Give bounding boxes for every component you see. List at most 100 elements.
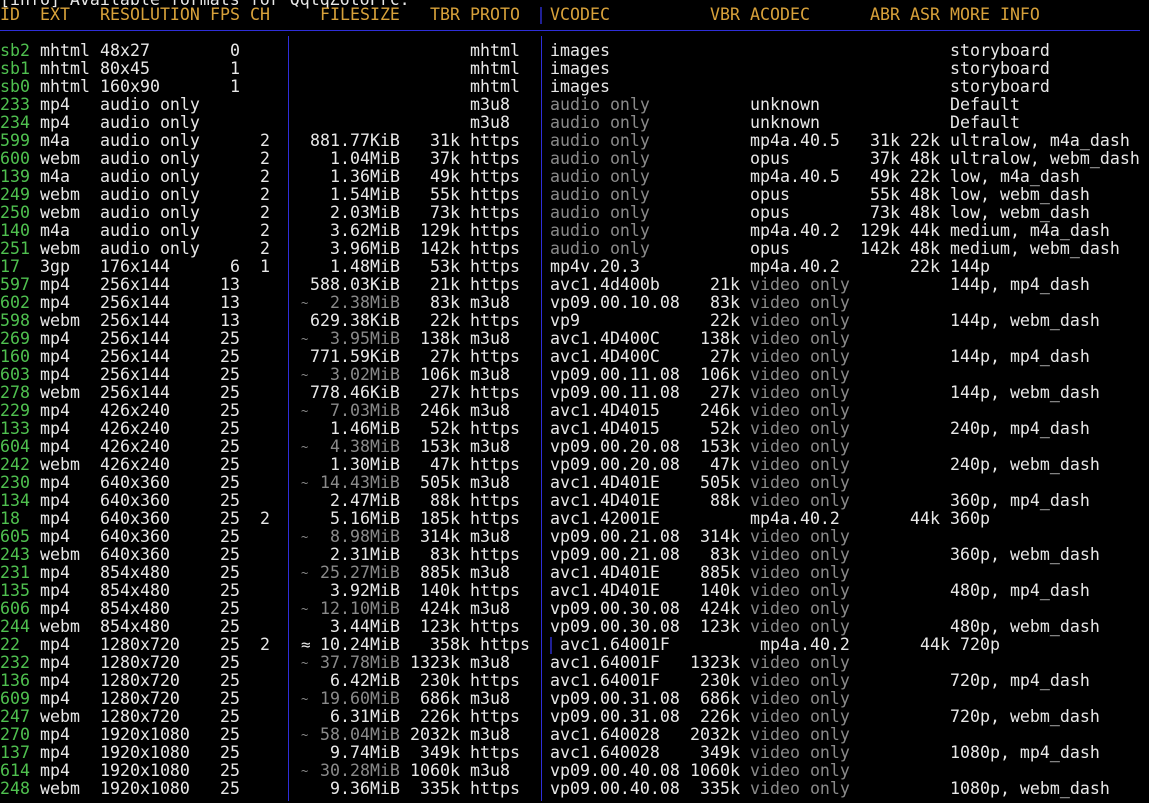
terminal-window[interactable]: [info] Available formats for QqtqZ6toFrc… [0, 0, 1149, 803]
cell-vcodec: audio only [550, 221, 650, 240]
cell-ext: mp4 [40, 599, 70, 618]
cell-filesize: 3.96MiB [330, 239, 400, 258]
cell-resolution: 256x144 [100, 275, 170, 294]
cell-ext: mp4 [40, 401, 70, 420]
cell-filesize: 37.78MiB [320, 653, 400, 672]
cell-filesize: 6.42MiB [330, 671, 400, 690]
cell-vbr: 27k [710, 383, 740, 402]
cell-format-id: 136 [0, 671, 30, 690]
cell-approx-marker: ~ [301, 656, 309, 670]
cell-vbr: 153k [700, 437, 740, 456]
cell-acodec: video only [750, 599, 850, 618]
cell-tbr: 52k [430, 419, 460, 438]
cell-ext: webm [40, 185, 80, 204]
cell-filesize: 629.38KiB [310, 311, 400, 330]
cell-ext: m4a [40, 131, 70, 150]
cell-filesize: 19.60MiB [320, 689, 400, 708]
cell-tbr: 1060k [410, 761, 460, 780]
cell-protocol: m3u8 [470, 725, 510, 744]
cell-more-info: 720p, webm_dash [950, 707, 1100, 726]
cell-more-info: 480p, mp4_dash [950, 581, 1090, 600]
cell-vcodec: vp09.00.31.08 [550, 707, 680, 726]
cell-acodec: video only [750, 653, 850, 672]
cell-filesize: 58.04MiB [320, 725, 400, 744]
cell-vcodec: avc1.64001F [550, 653, 660, 672]
cell-ext: mp4 [40, 581, 70, 600]
cell-approx-marker: ~ [301, 530, 309, 544]
cell-vcodec: vp09.00.20.08 [550, 455, 680, 474]
cell-approx-marker: ≈ [301, 635, 311, 654]
cell-resolution: 1920x1080 [100, 761, 190, 780]
cell-vbr: 106k [700, 365, 740, 384]
cell-ext: mp4 [40, 689, 70, 708]
cell-ext: mp4 [40, 761, 70, 780]
cell-vcodec: audio only [550, 167, 650, 186]
cell-ext: mp4 [40, 275, 70, 294]
cell-protocol: https [470, 455, 520, 474]
cell-vbr: 138k [700, 329, 740, 348]
cell-tbr: 88k [430, 491, 460, 510]
cell-asr: 48k [910, 203, 940, 222]
cell-acodec: video only [750, 527, 850, 546]
cell-acodec: opus [750, 203, 790, 222]
cell-format-id: 598 [0, 311, 30, 330]
cell-filesize: 9.74MiB [330, 743, 400, 762]
cell-asr: 22k [910, 167, 940, 186]
cell-approx-marker: ~ [301, 440, 309, 454]
cell-approx-marker: ~ [301, 566, 309, 580]
cell-format-id: 599 [0, 131, 30, 150]
cell-ext: webm [40, 455, 80, 474]
cell-vcodec: avc1.640028 [550, 743, 660, 762]
cell-fps: 25 [220, 743, 240, 762]
cell-tbr: 129k [420, 221, 460, 240]
cell-tbr: 55k [430, 185, 460, 204]
cell-vcodec: vp09.00.21.08 [550, 527, 680, 546]
cell-vcodec: audio only [550, 239, 650, 258]
cell-fps: 25 [220, 725, 240, 744]
cell-asr: 22k [910, 257, 940, 276]
cell-vbr: 314k [700, 527, 740, 546]
cell-abr: 73k [870, 203, 900, 222]
cell-resolution: 640x360 [100, 491, 170, 510]
cell-fps: 25 [220, 437, 240, 456]
cell-tbr: 47k [430, 455, 460, 474]
cell-channels: 2 [260, 149, 270, 168]
header-abr: ABR [870, 5, 900, 24]
cell-abr: 129k [860, 221, 900, 240]
cell-resolution: 426x240 [100, 401, 170, 420]
cell-format-id: 133 [0, 419, 30, 438]
cell-ext: mp4 [40, 527, 70, 546]
cell-channels: 2 [260, 239, 270, 258]
cell-vcodec: vp09.00.11.08 [550, 365, 680, 384]
cell-acodec: mp4a.40.5 [750, 167, 840, 186]
cell-filesize: 1.54MiB [330, 185, 400, 204]
cell-resolution: 640x360 [100, 473, 170, 492]
cell-ext: mp4 [40, 437, 70, 456]
cell-vbr: 123k [700, 617, 740, 636]
cell-asr: 44k [920, 635, 950, 654]
cell-filesize: 8.98MiB [330, 527, 400, 546]
cell-vcodec: avc1.4D400C [550, 347, 660, 366]
cell-acodec: opus [750, 239, 790, 258]
cell-format-id: 244 [0, 617, 30, 636]
cell-protocol: m3u8 [470, 473, 510, 492]
cell-asr: 44k [910, 221, 940, 240]
cell-filesize: 778.46KiB [310, 383, 400, 402]
cell-protocol: m3u8 [470, 401, 510, 420]
cell-format-id: 248 [0, 779, 30, 798]
cell-filesize: 881.77KiB [310, 131, 400, 150]
cell-tbr: 27k [430, 383, 460, 402]
cell-vbr: 21k [710, 275, 740, 294]
cell-ext: m4a [40, 221, 70, 240]
cell-format-id: 605 [0, 527, 30, 546]
cell-ext: mhtml [40, 77, 90, 96]
cell-protocol: m3u8 [470, 761, 510, 780]
cell-more-info: storyboard [950, 59, 1050, 78]
cell-acodec: video only [750, 725, 850, 744]
cell-ext: webm [40, 239, 80, 258]
cell-resolution: audio only [100, 149, 200, 168]
cell-acodec: video only [750, 401, 850, 420]
cell-format-id: 233 [0, 95, 30, 114]
cell-filesize: 2.38MiB [330, 293, 400, 312]
cell-more-info: Default [950, 95, 1020, 114]
